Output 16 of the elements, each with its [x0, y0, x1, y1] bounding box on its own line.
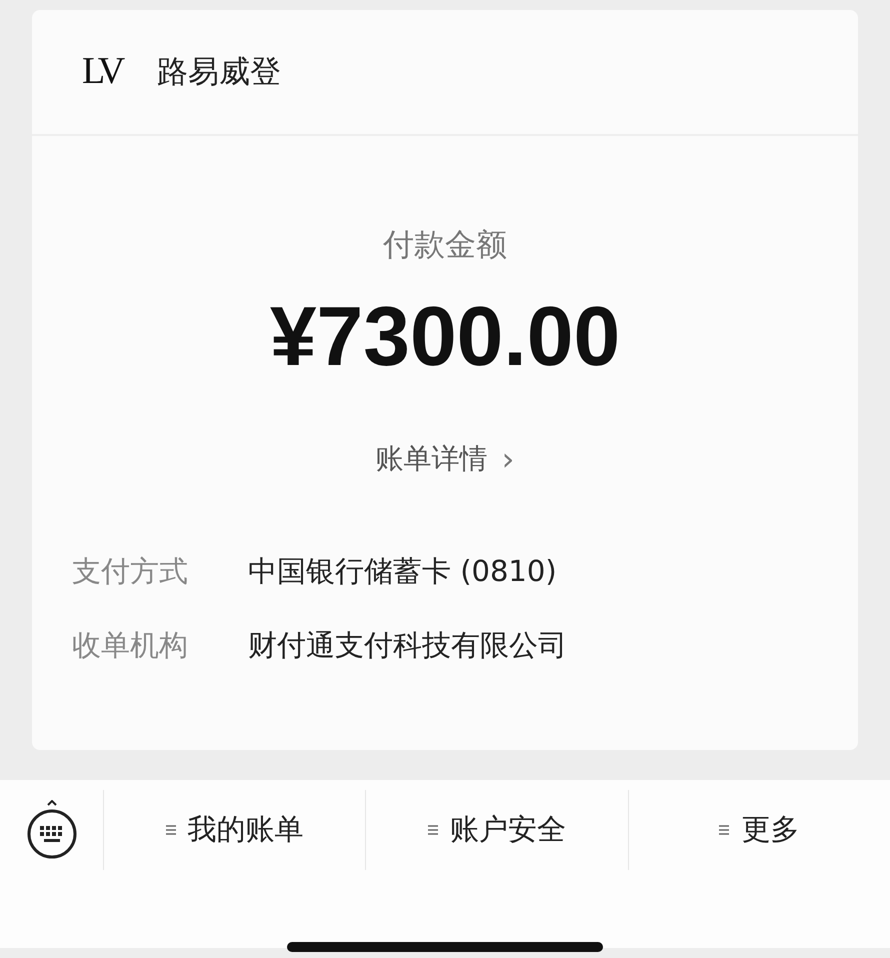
info-value: 财付通支付科技有限公司	[248, 627, 567, 664]
menu-tab[interactable]: 更多	[741, 810, 800, 850]
menu-icon	[166, 824, 176, 836]
bill-details-link[interactable]: 账单详情 ›	[376, 440, 514, 478]
payment-amount: ¥7300.00	[270, 294, 620, 378]
merchant-name: 路易威登	[157, 53, 282, 92]
menu-tab[interactable]: 我的账单	[188, 810, 304, 850]
info-label: 收单机构	[72, 627, 189, 664]
menu-tab[interactable]: 账户安全	[450, 810, 566, 850]
brand-logo: LV	[81, 49, 123, 94]
keyboard-icon[interactable]	[26, 800, 78, 860]
amount-label: 付款金额	[383, 226, 507, 265]
info-value: 中国银行储蓄卡 (0810)	[248, 553, 557, 590]
info-label: 支付方式	[72, 553, 189, 590]
menu-icon	[719, 824, 730, 836]
menu-icon	[428, 824, 438, 836]
